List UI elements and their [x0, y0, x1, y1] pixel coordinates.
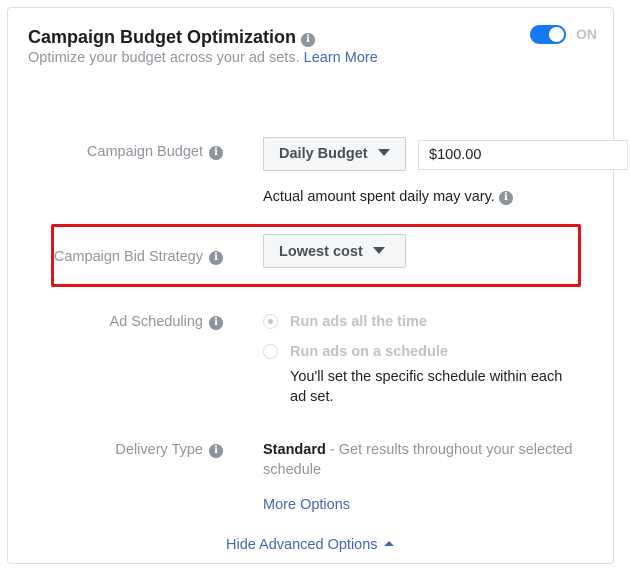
- label-text: Ad Scheduling: [109, 314, 203, 330]
- hide-advanced-options-link[interactable]: Hide Advanced Options: [226, 537, 394, 553]
- delivery-type-label: Delivery Type i: [115, 442, 223, 458]
- info-icon[interactable]: i: [209, 251, 223, 265]
- info-icon[interactable]: i: [301, 33, 316, 47]
- label-text: Campaign Budget: [86, 144, 203, 160]
- label-text: Delivery Type: [115, 442, 203, 458]
- bid-strategy-label: Campaign Bid Strategy i: [54, 249, 223, 265]
- budget-type-dropdown[interactable]: Daily Budget: [263, 137, 406, 171]
- caret-up-icon: [383, 541, 394, 546]
- delivery-type: Standard: [263, 442, 326, 458]
- more-options-link[interactable]: More Options: [263, 497, 350, 513]
- budget-amount-input[interactable]: [418, 140, 628, 170]
- radio-label[interactable]: Run ads all the time: [290, 314, 427, 330]
- toggle-state-label: ON: [576, 26, 597, 42]
- caret-down-icon: [372, 247, 385, 254]
- bid-strategy-dropdown[interactable]: Lowest cost: [263, 234, 406, 268]
- note-text: Actual amount spent daily may vary.: [263, 189, 495, 205]
- dropdown-value: Lowest cost: [279, 244, 363, 260]
- info-icon[interactable]: i: [209, 444, 223, 458]
- radio-label[interactable]: Run ads on a schedule: [290, 344, 448, 360]
- info-icon[interactable]: i: [209, 146, 223, 160]
- toggle-knob: [549, 27, 564, 42]
- subtitle-text: Optimize your budget across your ad sets…: [28, 50, 300, 66]
- scheduling-description-2: ad set.: [290, 389, 334, 405]
- scheduling-description: You'll set the specific schedule within …: [290, 369, 563, 385]
- info-icon[interactable]: i: [498, 191, 513, 205]
- title-text: Campaign Budget Optimization: [28, 27, 296, 47]
- caret-down-icon: [377, 149, 390, 156]
- label-text: Campaign Bid Strategy: [53, 249, 203, 265]
- delivery-type-value: Standard - Get results throughout your s…: [263, 442, 572, 458]
- info-icon[interactable]: i: [209, 316, 223, 330]
- radio-run-on-schedule[interactable]: [263, 344, 278, 359]
- radio-run-all-time[interactable]: [263, 314, 278, 329]
- delivery-description-2: schedule: [263, 462, 322, 478]
- learn-more-link[interactable]: Learn More: [304, 50, 378, 66]
- ad-scheduling-label: Ad Scheduling i: [109, 314, 223, 330]
- link-text: Hide Advanced Options: [226, 537, 378, 553]
- delivery-description: - Get results throughout your selected: [325, 442, 573, 458]
- budget-note: Actual amount spent daily may vary. i: [263, 189, 513, 205]
- cbo-toggle[interactable]: [530, 25, 566, 44]
- campaign-budget-label: Campaign Budget i: [87, 144, 223, 160]
- section-title: Campaign Budget Optimization i: [28, 27, 316, 48]
- section-subtitle: Optimize your budget across your ad sets…: [28, 50, 378, 66]
- dropdown-value: Daily Budget: [279, 146, 368, 162]
